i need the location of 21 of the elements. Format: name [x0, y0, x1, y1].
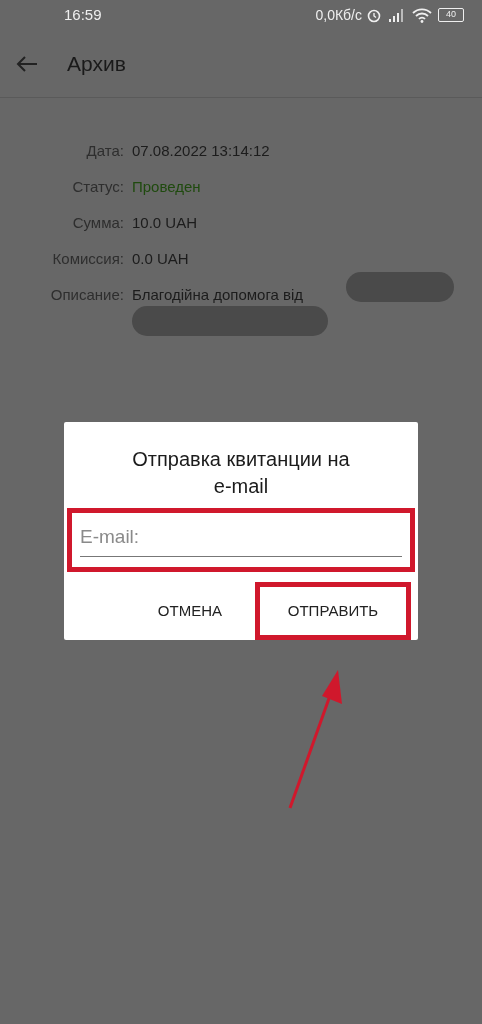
wifi-icon — [412, 7, 432, 23]
detail-value: Проведен — [132, 177, 201, 197]
back-arrow-icon[interactable] — [16, 54, 38, 73]
detail-label: Дата: — [85, 141, 125, 161]
detail-label: Описание: — [49, 285, 125, 305]
screen-title: Архив — [67, 50, 126, 77]
detail-label: Комиссия: — [51, 249, 125, 269]
detail-label: Сумма: — [71, 213, 125, 233]
dialog-title: Отправка квитанции на e-mail — [131, 447, 351, 499]
detail-value: 10.0 UAH — [132, 213, 198, 233]
detail-value: 07.08.2022 13:14:12 — [132, 141, 270, 161]
alarm-icon — [366, 7, 382, 23]
detail-value: 0.0 UAH — [132, 249, 189, 269]
network-speed: 0,0Кб/с — [315, 5, 362, 25]
email-field[interactable]: E-mail: — [67, 508, 415, 572]
battery-icon: 40 — [438, 8, 464, 22]
dialog-button[interactable]: ОТПРАВИТЬ — [255, 582, 411, 640]
status-time: 16:59 — [64, 4, 102, 25]
detail-label: Статус: — [71, 177, 125, 197]
detail-value: Благодійна допомога від — [132, 285, 304, 305]
signal-icon — [388, 8, 406, 22]
